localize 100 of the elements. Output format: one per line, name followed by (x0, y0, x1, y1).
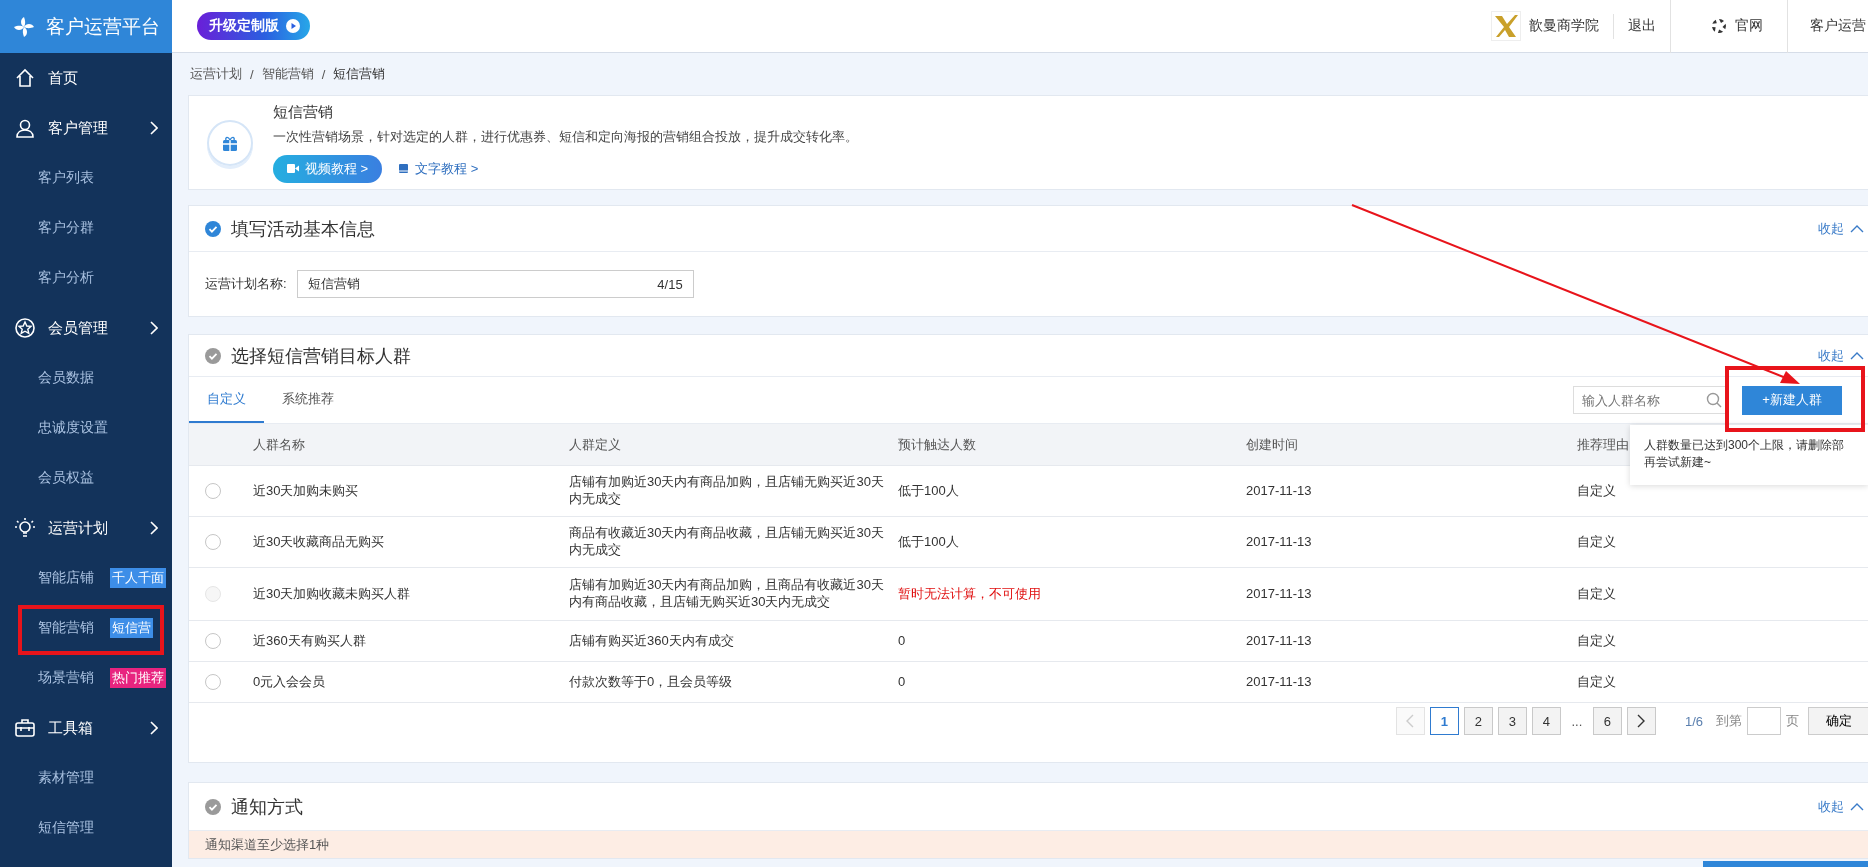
sidebar-subitem[interactable]: 素材管理 (38, 769, 94, 787)
table-cell-text: 付款次数等于0，且会员等级 (569, 673, 734, 691)
website-icon (1711, 18, 1727, 34)
table-row[interactable]: 近30天收藏商品无购买 商品有收藏近30天内有商品收藏，且店铺无购买近30天内无成交 低于100人 2017-11-13 自定义 (189, 517, 1868, 568)
tab[interactable]: 系统推荐 (264, 377, 352, 423)
intro-title: 短信营销 (273, 102, 334, 122)
radio-button[interactable] (205, 483, 221, 499)
sidebar-item[interactable]: 会员管理 (0, 303, 172, 353)
brand-title: 客户运营平台 (46, 14, 160, 39)
upgrade-badge[interactable]: 升级定制版 (197, 12, 310, 40)
section-title: 填写活动基本信息 (231, 217, 376, 241)
table-cell-text: 2017-11-13 (1246, 585, 1313, 603)
collapse-link[interactable]: 收起 (1818, 797, 1844, 816)
page-ellipsis: ... (1570, 713, 1584, 729)
table-cell-text: 暂时无法计算，不可使用 (898, 585, 1042, 603)
sidebar-subitem[interactable]: 智能营销 (38, 619, 94, 637)
chevron-up-icon (1850, 802, 1864, 811)
table-cell-text: 近360天有购买人群 (253, 632, 367, 650)
account-name[interactable]: 客户运营 (1810, 17, 1866, 35)
book-icon (398, 163, 410, 174)
sidebar-item[interactable]: 工具箱 (0, 703, 172, 753)
table-row[interactable]: 近360天有购买人群 店铺有购买近360天内有成交 0 2017-11-13 自定义 (189, 621, 1868, 662)
table-cell-text: 店铺有加购近30天内有商品加购，且店铺无购买近30天内无成交 (569, 474, 885, 508)
page-button[interactable]: 6 (1592, 707, 1622, 735)
website-link[interactable]: 官网 (1735, 17, 1763, 35)
table-cell-text: 自定义 (1577, 533, 1617, 551)
page-button[interactable]: 3 (1497, 707, 1527, 735)
logout-link[interactable]: 退出 (1628, 17, 1656, 35)
sidebar-subitem[interactable]: 忠诚度设置 (38, 419, 108, 437)
sidebar-subitem[interactable]: 智能店铺 (38, 569, 94, 587)
column-header: 创建时间 (1246, 435, 1298, 454)
chevron-right-icon (150, 721, 158, 735)
section-title: 选择短信营销目标人群 (231, 344, 412, 368)
table-cell-text: 自定义 (1577, 482, 1617, 500)
table-cell-text: 商品有收藏近30天内有商品收藏，且店铺无购买近30天内无成交 (569, 525, 885, 559)
confirm-button[interactable]: 确定 (1808, 707, 1868, 735)
user-icon (14, 117, 36, 139)
radio-button[interactable] (205, 674, 221, 690)
new-audience-button[interactable]: +新建人群 (1742, 385, 1842, 415)
sidebar-subitem[interactable]: 客户列表 (38, 169, 94, 187)
column-header: 推荐理由 (1577, 435, 1629, 454)
toolbox-icon (14, 717, 36, 739)
table-cell-text: 0 (898, 673, 907, 691)
sidebar-subitem[interactable]: 会员权益 (38, 469, 94, 487)
sidebar-item[interactable]: 首页 (0, 53, 172, 103)
page-button[interactable]: 4 (1531, 707, 1561, 735)
next-page-button[interactable] (1626, 707, 1656, 735)
radio-button[interactable] (205, 633, 221, 649)
search-icon (1706, 392, 1722, 408)
partner-name[interactable]: 歆曼商学院 (1529, 17, 1599, 35)
footer-button[interactable] (1703, 861, 1868, 867)
home-icon (14, 67, 36, 89)
page-unit: 页 (1786, 712, 1799, 730)
field-label: 运营计划名称: (205, 275, 287, 293)
sidebar-subitem[interactable]: 短信管理 (38, 819, 94, 837)
plan-name-field[interactable]: 短信营销 4/15 (296, 270, 694, 298)
table-cell-text: 自定义 (1577, 673, 1617, 691)
sidebar-item[interactable]: 客户管理 (0, 103, 172, 153)
breadcrumb-link[interactable]: 短信营销 (333, 65, 386, 83)
section-title: 通知方式 (231, 795, 304, 819)
table-cell-text: 2017-11-13 (1246, 673, 1313, 691)
sidebar-badge: 热门推荐 (110, 668, 166, 688)
intro-description: 一次性营销场景，针对选定的人群，进行优惠券、短信和定向海报的营销组合投放，提升成交转化率。 (273, 127, 858, 146)
text-tutorial-link[interactable]: 文字教程 > (415, 159, 479, 178)
pinwheel-logo-icon (12, 14, 36, 39)
sidebar-badge: 短信营 (110, 618, 153, 638)
table-cell-text: 自定义 (1577, 632, 1617, 650)
table-cell-text: 2017-11-13 (1246, 482, 1313, 500)
page-summary: 1/6 (1684, 713, 1703, 729)
sidebar-subitem[interactable]: 场景营销 (38, 669, 94, 687)
table-cell-text: 2017-11-13 (1246, 533, 1313, 551)
sidebar-subitem[interactable]: 客户分群 (38, 219, 94, 237)
goto-label: 到第 (1716, 712, 1742, 730)
page-input[interactable] (1747, 707, 1781, 735)
sidebar-subitem[interactable]: 会员数据 (38, 369, 94, 387)
page-button[interactable]: 1 (1429, 707, 1459, 735)
table-row[interactable]: 0元入会会员 付款次数等于0，且会员等级 0 2017-11-13 自定义 (189, 662, 1868, 703)
breadcrumb-link[interactable]: 智能营销 (261, 65, 314, 83)
search-field[interactable]: 输入人群名称 (1573, 386, 1728, 414)
breadcrumb-separator: / (250, 66, 254, 82)
breadcrumb-separator: / (321, 66, 326, 82)
collapse-link[interactable]: 收起 (1818, 346, 1844, 365)
video-camera-icon (287, 164, 299, 173)
radio-button[interactable] (205, 534, 221, 550)
partner-logo-icon (1491, 11, 1521, 41)
sidebar-badge: 千人千面 (110, 568, 166, 588)
sidebar-subitem[interactable]: 客户分析 (38, 269, 94, 287)
page-button[interactable]: 2 (1463, 707, 1493, 735)
chevron-right-icon (1637, 714, 1646, 728)
table-cell-text: 0 (898, 632, 907, 650)
sidebar-item[interactable]: 运营计划 (0, 503, 172, 553)
chevron-up-icon (1850, 351, 1864, 360)
gift-icon (207, 119, 253, 166)
collapse-link[interactable]: 收起 (1818, 219, 1844, 238)
tooltip: 人群数量已达到300个上限，请删除部 再尝试新建~ (1630, 425, 1868, 485)
star-badge-icon (14, 317, 36, 339)
warning-banner: 通知渠道至少选择1种 (189, 831, 1868, 858)
table-cell-text: 店铺有加购近30天内有商品加购，且商品有收藏近30天内有商品收藏，且店铺无购买近30天内无成交 (569, 577, 885, 611)
breadcrumb-link[interactable]: 运营计划 (190, 65, 242, 83)
column-header: 人群名称 (253, 435, 305, 454)
